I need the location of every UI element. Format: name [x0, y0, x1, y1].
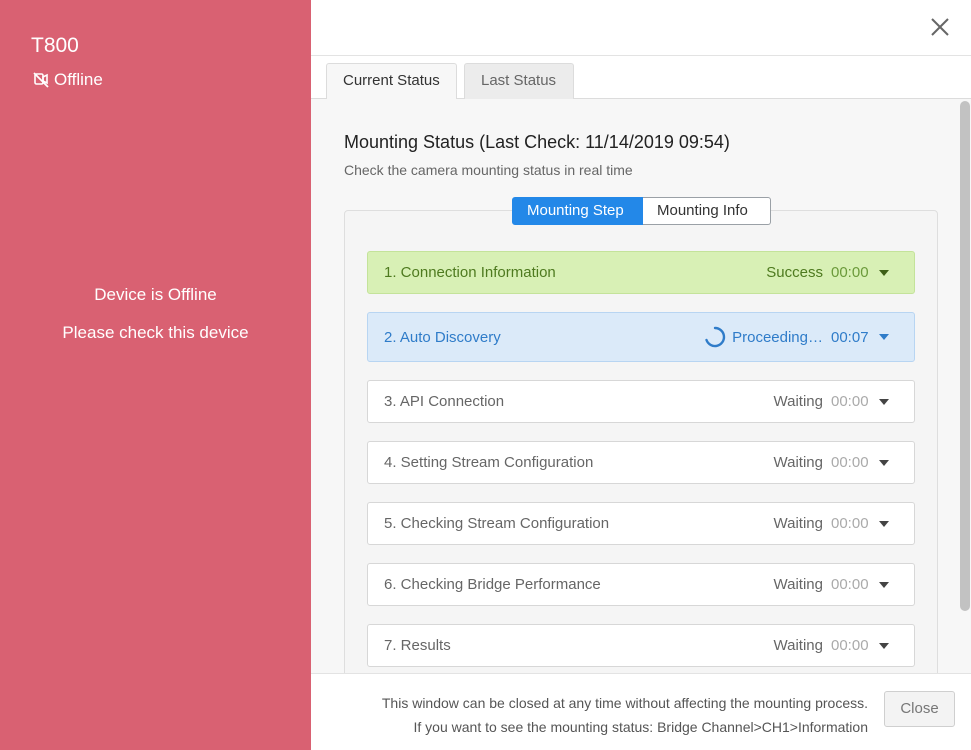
mounting-subtitle: Check the camera mounting status in real…	[344, 162, 633, 178]
caret-down-icon[interactable]	[879, 581, 889, 588]
caret-down-icon[interactable]	[879, 459, 889, 466]
close-button[interactable]: Close	[884, 691, 955, 727]
content-area: Mounting Status (Last Check: 11/14/2019 …	[311, 99, 971, 673]
caret-down-icon[interactable]	[879, 642, 889, 649]
step-results[interactable]: 7. Results Waiting 00:00	[367, 624, 915, 667]
status-panel: Current Status Last Status Mounting Stat…	[311, 0, 971, 750]
segment-mounting-step[interactable]: Mounting Step	[512, 197, 643, 225]
step-time: 00:00	[831, 576, 869, 593]
step-label: 3. API Connection	[384, 393, 505, 410]
steps-panel: Mounting Step Mounting Info 1. Connectio…	[344, 197, 938, 673]
step-state: Proceeding…	[732, 328, 823, 346]
mounting-title: Mounting Status (Last Check: 11/14/2019 …	[344, 132, 730, 152]
offline-message-line2: Please check this device	[62, 323, 249, 342]
step-time: 00:00	[831, 454, 869, 471]
footer-note-line1: This window can be closed at any time wi…	[381, 695, 868, 711]
tab-current-status[interactable]: Current Status	[326, 63, 457, 100]
step-state: Waiting	[773, 515, 823, 532]
close-icon[interactable]	[929, 16, 951, 38]
step-connection-information[interactable]: 1. Connection Information Success 00:00	[367, 251, 915, 294]
footer-note: This window can be closed at any time wi…	[382, 691, 868, 739]
tab-last-status[interactable]: Last Status	[464, 63, 574, 99]
step-state: Success	[766, 264, 823, 281]
step-checking-stream-configuration[interactable]: 5. Checking Stream Configuration Waiting…	[367, 502, 915, 545]
device-status: Offline	[32, 70, 103, 90]
step-checking-bridge-performance[interactable]: 6. Checking Bridge Performance Waiting 0…	[367, 563, 915, 606]
step-state: Waiting	[773, 637, 823, 654]
step-time: 00:00	[831, 637, 869, 654]
scrollbar[interactable]	[960, 101, 970, 611]
footer: This window can be closed at any time wi…	[311, 673, 971, 750]
step-time: 00:00	[831, 264, 869, 281]
device-name: T800	[31, 34, 79, 57]
offline-message-line1: Device is Offline	[94, 285, 217, 304]
caret-down-icon[interactable]	[879, 269, 889, 276]
caret-down-icon[interactable]	[879, 398, 889, 405]
step-time: 00:00	[831, 515, 869, 532]
step-label: 4. Setting Stream Configuration	[384, 454, 594, 471]
footer-note-line2: If you want to see the mounting status: …	[413, 719, 869, 735]
step-time: 00:07	[831, 328, 869, 346]
step-label: 2. Auto Discovery	[384, 328, 501, 346]
view-toggle: Mounting Step Mounting Info	[512, 197, 771, 225]
step-label: 6. Checking Bridge Performance	[384, 576, 601, 593]
caret-down-icon[interactable]	[879, 520, 889, 527]
video-off-icon	[33, 72, 49, 88]
step-state: Waiting	[773, 576, 823, 593]
step-label: 7. Results	[384, 637, 451, 654]
tab-bar: Current Status Last Status	[311, 56, 971, 100]
step-time: 00:00	[831, 393, 869, 410]
step-auto-discovery[interactable]: 2. Auto Discovery Proceeding… 00:07	[367, 312, 915, 362]
step-state: Waiting	[773, 393, 823, 410]
caret-down-icon[interactable]	[879, 334, 889, 340]
device-sidebar: T800 Offline Device is Offline Please ch…	[0, 0, 311, 750]
step-state: Waiting	[773, 454, 823, 471]
status-text: Offline	[54, 70, 103, 89]
spinner-icon	[705, 326, 726, 348]
step-api-connection[interactable]: 3. API Connection Waiting 00:00	[367, 380, 915, 423]
step-label: 5. Checking Stream Configuration	[384, 515, 610, 532]
segment-mounting-info[interactable]: Mounting Info	[643, 197, 771, 225]
step-setting-stream-configuration[interactable]: 4. Setting Stream Configuration Waiting …	[367, 441, 915, 484]
step-label: 1. Connection Information	[384, 264, 556, 281]
offline-message: Device is Offline Please check this devi…	[0, 276, 311, 352]
